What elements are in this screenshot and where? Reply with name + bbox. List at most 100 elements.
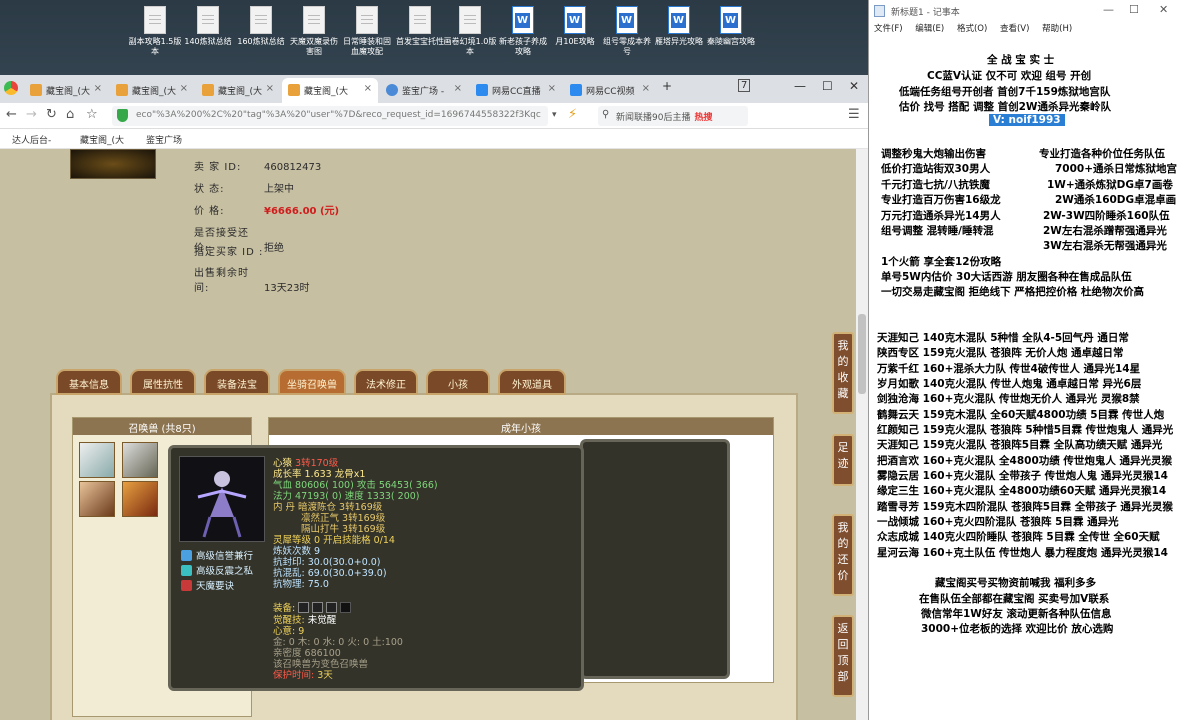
skill-icon — [181, 565, 192, 576]
tab-children[interactable]: 小孩 — [426, 369, 490, 395]
equip-slot-icon[interactable] — [312, 602, 324, 613]
scrollbar-thumb[interactable] — [858, 314, 866, 394]
desktop-icon[interactable]: 首发宝宝托性 — [393, 6, 447, 47]
close-window-icon[interactable]: ✕ — [849, 79, 859, 93]
close-icon[interactable]: × — [454, 83, 462, 94]
summon-thumb[interactable] — [122, 481, 158, 517]
desktop-icon[interactable]: 160炼狱总结 — [234, 6, 288, 47]
browser-logo-icon[interactable] — [4, 81, 18, 95]
skill-item[interactable]: 高级反震之私 — [181, 563, 253, 577]
tab-spells[interactable]: 法术修正 — [354, 369, 418, 395]
equip-slot-icon[interactable] — [326, 602, 338, 613]
equip-slot-icon[interactable] — [340, 602, 352, 613]
selected-text[interactable]: V: noif1993 — [989, 114, 1065, 126]
menu-format[interactable]: 格式(O) — [957, 24, 987, 34]
tab-attributes[interactable]: 属性抗性 — [130, 369, 196, 395]
close-icon[interactable]: × — [364, 83, 372, 94]
my-counteroffer-button[interactable]: 我的还价 — [832, 514, 854, 596]
summon-thumb[interactable] — [79, 442, 115, 478]
browser-tab[interactable]: 藏宝阁_(大 × — [24, 78, 108, 103]
tab-mounts-summons[interactable]: 坐骑召唤兽 — [278, 369, 346, 395]
desktop-icon[interactable]: W 月10E攻略 — [548, 6, 602, 47]
globe-icon — [386, 84, 398, 96]
browser-tab[interactable]: 网易CC视频 × — [564, 78, 656, 103]
browser-tab[interactable]: 藏宝阁_(大 × — [110, 78, 194, 103]
equip-slot-icon[interactable] — [298, 602, 310, 613]
menu-icon[interactable]: ☰ — [848, 107, 860, 122]
word-doc-icon: W — [512, 6, 534, 34]
browser-tab[interactable]: 藏宝阁_(大 × — [196, 78, 280, 103]
page-scrollbar[interactable] — [856, 149, 868, 720]
desktop-icon[interactable]: 画卷幻境1.0版本 — [443, 6, 497, 57]
tab-appearance[interactable]: 外观道具 — [498, 369, 566, 395]
child-box-title: 成年小孩 — [269, 418, 773, 435]
summon-tooltip: 心猿 3转170级 成长率 1.633 龙骨x1 气血 80606( 100) … — [168, 445, 584, 691]
close-icon[interactable]: × — [180, 83, 188, 94]
cbg-tab-icon — [288, 84, 300, 96]
forward-icon[interactable]: → — [26, 107, 37, 122]
price-row: 价 格: ¥6666.00 (元) — [194, 206, 340, 217]
skill-icon — [181, 550, 192, 561]
tooltip-shadow — [580, 439, 730, 679]
menu-help[interactable]: 帮助(H) — [1042, 24, 1072, 34]
reload-icon[interactable]: ↻ — [46, 107, 57, 122]
time-row: 出售剩余时间: 13天23时 — [194, 268, 310, 294]
maximize-icon[interactable]: ☐ — [1129, 3, 1139, 16]
my-favorites-button[interactable]: 我的收藏 — [832, 332, 854, 414]
bookmark-item[interactable]: 鉴宝广场 — [146, 133, 182, 146]
close-icon[interactable]: × — [642, 83, 650, 94]
skill-item[interactable]: 高级信誉兼行 — [181, 548, 253, 562]
star-icon[interactable]: ☆ — [86, 107, 98, 122]
notepad-text-area[interactable]: 全 战 宝 实 士 CC蓝V认证 仅不可 欢迎 组号 开创 低端任务组号开创者 … — [877, 38, 1186, 720]
close-window-icon[interactable]: ✕ — [1159, 3, 1168, 16]
seller-row: 卖 家 ID: 460812473 — [194, 162, 322, 173]
menu-view[interactable]: 查看(V) — [1000, 24, 1029, 34]
browser-tab[interactable]: 网易CC直播 × — [470, 78, 562, 103]
tab-menu-icon[interactable]: 7 — [738, 79, 751, 92]
word-doc-icon: W — [720, 6, 742, 34]
bolt-icon[interactable]: ⚡ — [568, 107, 577, 122]
browser-window: 藏宝阁_(大 × 藏宝阁_(大 × 藏宝阁_(大 × 藏宝阁_(大 × 鉴宝广场 - × … — [0, 75, 868, 720]
desktop-icon[interactable]: W 秦陵幽宫攻略 — [704, 6, 758, 47]
bookmark-item[interactable]: 达人后台- — [12, 133, 51, 146]
menu-edit[interactable]: 编辑(E) — [915, 24, 944, 34]
cbg-page: 卖 家 ID: 460812473 状 态: 上架中 价 格: ¥6666.00 (元… — [0, 149, 856, 720]
browser-tab-active[interactable]: 藏宝阁_(大 × — [282, 78, 378, 103]
url-input[interactable]: eco"%3A%200%2C%20"tag"%3A%20"user"%7D&re… — [112, 106, 548, 126]
desktop-icon[interactable]: 天魔双魔录伤害图 — [287, 6, 341, 57]
desktop-icon[interactable]: 140炼狱总结 — [181, 6, 235, 47]
desktop-icon[interactable]: W 雁塔异光攻略 — [652, 6, 706, 47]
minimize-icon[interactable]: — — [1103, 3, 1114, 16]
home-icon[interactable]: ⌂ — [66, 107, 74, 122]
desktop-icon[interactable]: W 组号零成本养号 — [600, 6, 654, 57]
close-icon[interactable]: × — [266, 83, 274, 94]
cbg-tab-icon — [116, 84, 128, 96]
desktop-icon[interactable]: W 新老孩子养成攻略 — [496, 6, 550, 57]
text-file-icon — [409, 6, 431, 34]
summon-thumb[interactable] — [79, 481, 115, 517]
summon-list-title: 召唤兽 (共8只) — [73, 418, 251, 435]
security-shield-icon — [117, 109, 128, 122]
notepad-menu: 文件(F) 编辑(E) 格式(O) 查看(V) 帮助(H) — [869, 22, 1186, 38]
cbg-tab-icon — [30, 84, 42, 96]
summon-thumb[interactable] — [122, 442, 158, 478]
back-icon[interactable]: ← — [6, 107, 17, 122]
skill-item[interactable]: 天魔要诀 — [181, 578, 234, 592]
word-doc-icon: W — [564, 6, 586, 34]
desktop-icon[interactable]: 副本攻略1.5版本 — [128, 6, 182, 57]
browser-tab[interactable]: 鉴宝广场 - × — [380, 78, 468, 103]
bookmark-item[interactable]: 藏宝阁_(大 — [80, 133, 124, 146]
close-icon[interactable]: × — [94, 83, 102, 94]
back-to-top-button[interactable]: 返回顶部 — [832, 615, 854, 697]
tab-basic-info[interactable]: 基本信息 — [56, 369, 122, 395]
dropdown-icon[interactable]: ▾ — [552, 110, 557, 120]
tab-equipment[interactable]: 装备法宝 — [204, 369, 270, 395]
maximize-icon[interactable]: ☐ — [822, 79, 833, 93]
desktop-icon[interactable]: 日常睡装和固血魔攻配 — [340, 6, 394, 57]
footprint-button[interactable]: 足迹 — [832, 434, 854, 486]
minimize-icon[interactable]: — — [794, 79, 806, 93]
close-icon[interactable]: × — [548, 83, 556, 94]
search-input[interactable]: ⚲ 新闻联播90后主播 热搜 — [598, 106, 748, 126]
new-tab-button[interactable]: + — [662, 79, 672, 93]
menu-file[interactable]: 文件(F) — [874, 24, 903, 34]
